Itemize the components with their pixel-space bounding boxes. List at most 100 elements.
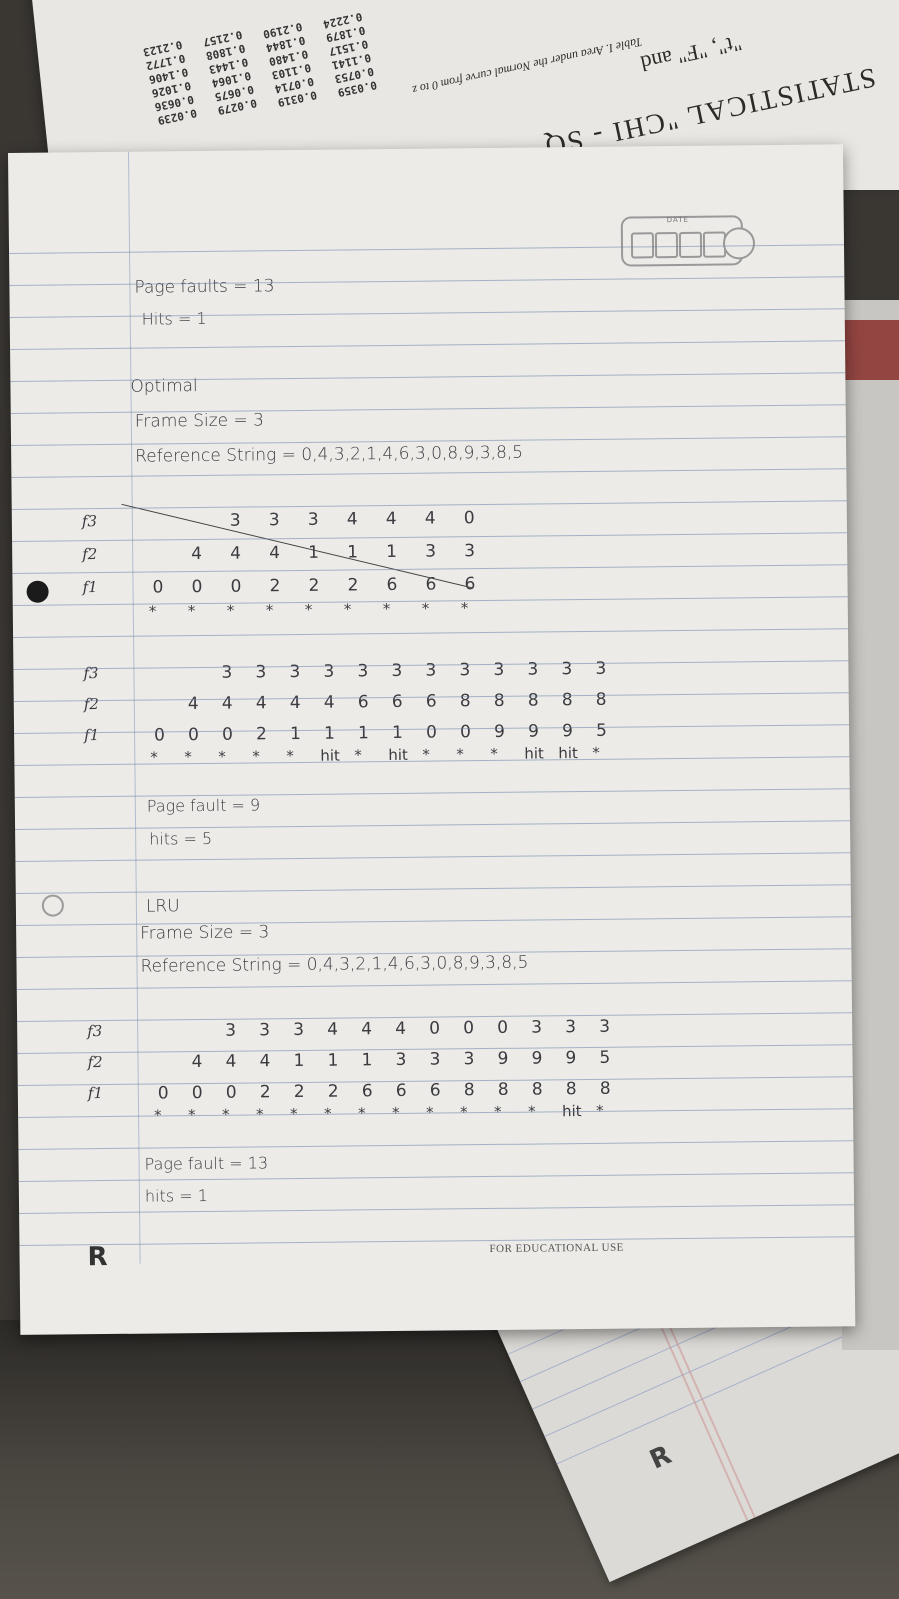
ruled-line (15, 884, 851, 894)
frame-label: f1 (82, 578, 98, 597)
notebook-page: DATE Page faults = 13 Hits = 1 Optimal F… (8, 144, 856, 1335)
frame-cell: 6 (464, 574, 476, 595)
frame-label: f1 (87, 1084, 104, 1103)
frame-cell: 3 (425, 541, 437, 562)
frame-cell: 8 (599, 1078, 611, 1099)
frame-cell: 4 (289, 692, 301, 714)
frame-cell: 4 (361, 1019, 373, 1040)
ruled-line (12, 564, 848, 574)
frame-label: f1 (84, 726, 100, 745)
frame-cell: 0 (157, 1083, 169, 1104)
frame-cell: 4 (395, 1018, 407, 1039)
frame-cell: 4 (259, 1051, 271, 1072)
fault-mark: * (265, 601, 274, 620)
optimal-reference-string: Reference String = 0,4,3,2,1,4,6,3,0,8,9… (135, 442, 524, 467)
frame-cell: 4 (230, 543, 242, 564)
frame-label: f3 (87, 1022, 103, 1041)
ruled-line (10, 340, 846, 350)
frame-cell: 4 (221, 693, 233, 714)
fault-mark: * (460, 599, 469, 618)
frame-cell: 1 (327, 1050, 339, 1071)
frame-cell: 3 (293, 1019, 305, 1041)
brand-logo-icon: R (87, 1242, 108, 1273)
frame-cell: 1 (289, 723, 302, 745)
frame-cell: 2 (308, 575, 320, 596)
lru-faults: Page fault = 13 (144, 1153, 269, 1174)
frame-cell: 3 (225, 1020, 237, 1041)
frame-cell: 8 (463, 1080, 475, 1101)
date-box: DATE (620, 215, 756, 267)
frame-cell: 4 (191, 543, 203, 565)
frame-label: f2 (83, 695, 99, 714)
frame-cell: 0 (152, 577, 164, 598)
fault-mark: * (187, 602, 196, 621)
frame-cell: 3 (565, 1017, 577, 1038)
frame-cell: 6 (391, 691, 403, 713)
frame-cell: 3 (463, 1049, 475, 1070)
frame-cell: 2 (255, 724, 268, 745)
frame-cell: 5 (599, 1047, 611, 1068)
ruled-line (12, 596, 848, 606)
frame-cell: 8 (595, 689, 607, 710)
frame-cell: 0 (463, 1018, 475, 1039)
ruled-line (16, 980, 852, 990)
frame-cell: 3 (425, 660, 437, 681)
frame-label: f3 (83, 664, 99, 683)
frame-cell: 8 (565, 1079, 577, 1100)
frame-cell: 0 (191, 576, 203, 598)
ruled-line (19, 1236, 855, 1246)
frame-cell: 0 (154, 725, 166, 746)
frame-cell: 6 (357, 692, 369, 713)
frame-cell: 9 (561, 721, 574, 742)
frame-cell: 2 (293, 1081, 305, 1103)
ruled-line (14, 788, 850, 798)
frame-cell: 2 (269, 576, 281, 597)
frame-label: f2 (87, 1053, 103, 1072)
frame-cell: 0 (221, 724, 234, 745)
frame-cell: 3 (255, 662, 267, 683)
ruled-line (9, 308, 845, 318)
lru-frame-size: Frame Size = 3 (140, 922, 270, 944)
frame-cell: 5 (595, 720, 608, 741)
frame-cell: 9 (497, 1048, 509, 1069)
frame-cell: 4 (255, 693, 267, 714)
frame-cell: 3 (395, 1049, 407, 1070)
frame-cell: 1 (357, 723, 370, 744)
ruled-line (12, 532, 848, 542)
lru-heading: LRU (145, 896, 180, 917)
frame-cell: 8 (493, 690, 505, 711)
frame-cell: 1 (391, 722, 404, 744)
photo-scene: R STATISTICAL "CHI - SQ "t", "F" and Tab… (0, 0, 899, 1599)
frame-label: f2 (82, 545, 98, 564)
frame-cell: 4 (323, 692, 335, 713)
frame-cell: 3 (307, 509, 319, 530)
frame-cell: 3 (599, 1016, 611, 1037)
frame-cell: 3 (595, 658, 607, 679)
fault-mark: * (382, 600, 391, 619)
ruled-line (13, 628, 849, 638)
frame-cell: 0 (463, 508, 475, 529)
frame-cell: 3 (259, 1020, 271, 1041)
frame-cell: 1 (308, 542, 320, 563)
ruled-line (19, 1204, 855, 1214)
frame-cell: 6 (386, 574, 398, 596)
frame-cell: 9 (493, 721, 506, 742)
frame-cell: 6 (429, 1080, 441, 1101)
frame-cell: 9 (531, 1048, 543, 1069)
frame-cell: 4 (187, 694, 199, 715)
ruled-line (10, 404, 846, 414)
ruled-line (15, 820, 851, 830)
margin-line (127, 151, 141, 1264)
frame-cell: 4 (225, 1051, 237, 1072)
optimal-hits: hits = 5 (149, 828, 213, 849)
fault-mark: * (304, 600, 313, 619)
fifo-hits: Hits = 1 (141, 308, 207, 329)
frame-cell: 4 (424, 508, 436, 529)
date-label: DATE (666, 215, 689, 225)
frame-cell: 4 (269, 543, 281, 564)
footer-text: FOR EDUCATIONAL USE (489, 1241, 624, 1256)
frame-cell: 8 (531, 1079, 543, 1100)
frame-cell: 0 (429, 1018, 441, 1039)
ruled-line (18, 1172, 854, 1182)
frame-cell: 1 (386, 541, 398, 563)
